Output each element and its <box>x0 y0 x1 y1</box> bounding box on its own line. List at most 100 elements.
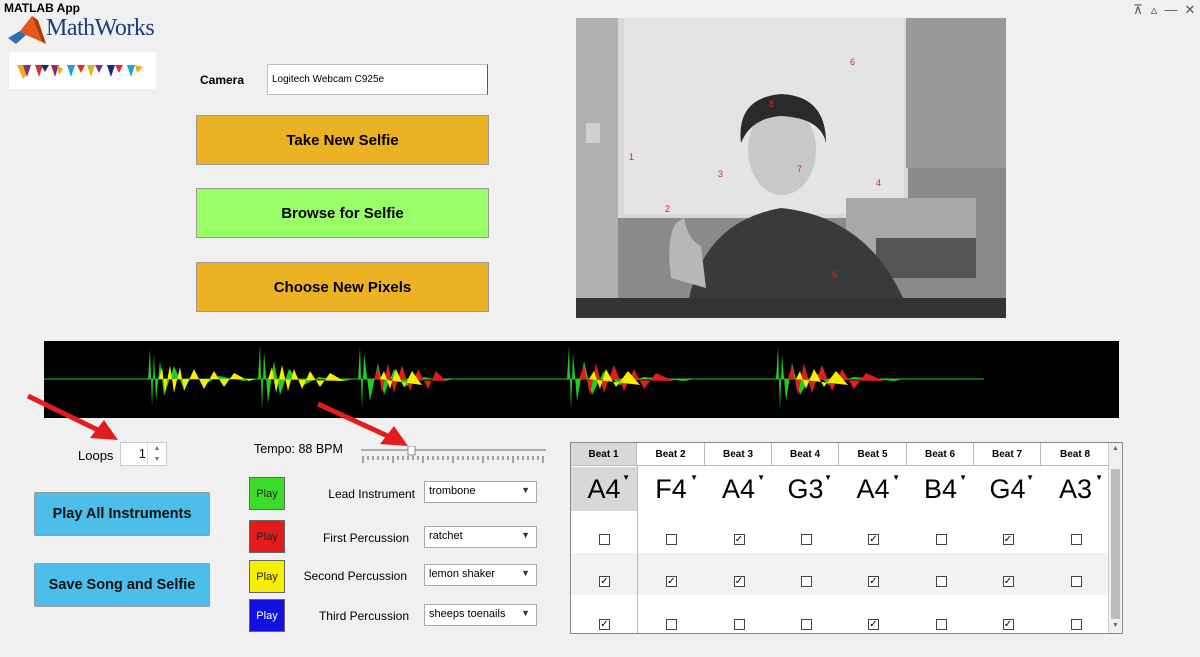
pin-icon[interactable]: ⊼ <box>1130 2 1146 18</box>
beat-checkbox[interactable] <box>935 619 947 630</box>
expand-icon[interactable]: ▵ <box>1146 2 1162 18</box>
beat-checkbox[interactable] <box>599 534 610 545</box>
beat-header: Beat 4 <box>772 443 839 466</box>
beat-note-dropdown[interactable]: A4 ▼ <box>571 467 637 511</box>
spinner-down-icon[interactable]: ▼ <box>147 454 166 465</box>
tempo-slider[interactable] <box>361 445 546 464</box>
choose-pixels-button[interactable]: Choose New Pixels <box>196 262 489 312</box>
beat-note-dropdown[interactable]: B4 ▼ <box>907 467 974 511</box>
scroll-down-icon[interactable]: ▼ <box>1112 622 1119 629</box>
beat-checkbox[interactable] <box>1070 534 1082 545</box>
beat-note-value: A4 <box>721 473 756 504</box>
camera-label: Camera <box>200 73 245 87</box>
grid-row <box>571 595 1111 633</box>
point-label: 1 <box>629 152 635 162</box>
waveform-plot <box>44 345 984 411</box>
red-arrow-icon <box>26 393 118 440</box>
beat-header: Beat 1 <box>571 443 637 466</box>
beat-note-dropdown[interactable]: A3 ▼ <box>1041 467 1110 511</box>
beat-checkbox[interactable]: ✓ <box>1002 619 1014 630</box>
beat-checkbox[interactable] <box>1070 576 1082 587</box>
brand-name: MathWorks <box>46 15 155 41</box>
point-label: 2 <box>665 204 671 214</box>
third-percussion-dropdown[interactable]: sheeps toenails ▼ <box>424 604 537 626</box>
diamond-pattern-icon <box>17 65 143 79</box>
point-label: 8 <box>769 99 775 109</box>
waveform-bursts <box>148 345 904 411</box>
chevron-down-icon: ▼ <box>1026 473 1034 482</box>
first-percussion-dropdown[interactable]: ratchet ▼ <box>424 526 537 548</box>
loops-value[interactable]: 1 <box>139 446 146 461</box>
beat-checkbox[interactable]: ✓ <box>868 619 879 630</box>
beat-note-dropdown[interactable]: F4 ▼ <box>637 467 705 511</box>
beat-checkbox[interactable] <box>935 534 947 545</box>
beat-checkbox[interactable] <box>935 576 947 587</box>
beat-header: Beat 3 <box>705 443 772 466</box>
lead-instrument-label: Lead Instrument <box>328 487 415 501</box>
beat-checkbox[interactable]: ✓ <box>599 619 610 630</box>
second-percussion-dropdown[interactable]: lemon shaker ▼ <box>424 564 537 586</box>
beat-checkbox[interactable] <box>1070 619 1082 630</box>
beat-checkbox[interactable]: ✓ <box>733 534 745 545</box>
beat-note-dropdown[interactable]: A4 ▼ <box>705 467 772 511</box>
camera-field[interactable]: Logitech Webcam C925e <box>267 64 488 95</box>
beat-header: Beat 2 <box>637 443 705 466</box>
loops-label: Loops <box>78 448 114 463</box>
point-label: 3 <box>718 169 724 179</box>
loops-spinner[interactable]: 1 ▲ ▼ <box>120 442 167 466</box>
beat-checkbox[interactable]: ✓ <box>868 576 879 587</box>
membrane-logo-icon <box>8 16 46 44</box>
scrollbar-thumb[interactable] <box>1111 469 1120 619</box>
beat-note-value: A3 <box>1058 473 1093 504</box>
beat-checkbox[interactable] <box>666 619 677 630</box>
scroll-up-icon[interactable]: ▲ <box>1112 445 1119 452</box>
beat-checkbox[interactable] <box>800 619 812 630</box>
beat-note-value: G3 <box>787 473 824 504</box>
second-percussion-label: Second Percussion <box>303 569 407 583</box>
beat-header: Beat 5 <box>839 443 907 466</box>
save-song-button[interactable]: Save Song and Selfie <box>34 563 210 607</box>
beat-checkbox[interactable]: ✓ <box>868 534 879 545</box>
take-selfie-button[interactable]: Take New Selfie <box>196 115 489 165</box>
chevron-down-icon: ▼ <box>959 473 967 482</box>
beat-note-value: A4 <box>856 473 890 504</box>
dropdown-value: trombone <box>429 485 476 497</box>
minimize-icon[interactable]: — <box>1163 2 1179 17</box>
beat-checkbox[interactable]: ✓ <box>1002 534 1014 545</box>
browse-selfie-button[interactable]: Browse for Selfie <box>196 188 489 238</box>
chevron-down-icon: ▼ <box>521 485 530 495</box>
tempo-slider-track[interactable] <box>361 445 546 464</box>
third-percussion-label: Third Percussion <box>318 609 409 623</box>
lead-instrument-dropdown[interactable]: trombone ▼ <box>424 481 537 503</box>
chevron-down-icon: ▼ <box>757 473 765 482</box>
beat-checkbox[interactable] <box>666 534 677 545</box>
chevron-down-icon: ▼ <box>690 473 698 482</box>
decorative-logo-strip <box>9 52 156 89</box>
beat-checkbox[interactable]: ✓ <box>599 576 610 587</box>
beat-checkbox[interactable] <box>733 619 745 630</box>
chevron-down-icon: ▼ <box>892 473 900 482</box>
grid-divider <box>637 466 638 633</box>
beat-note-value: G4 <box>989 473 1026 504</box>
close-icon[interactable]: ✕ <box>1182 2 1198 18</box>
window-title: MATLAB App <box>4 1 80 15</box>
beat-checkbox[interactable]: ✓ <box>666 576 677 587</box>
beat-checkbox[interactable] <box>800 576 812 587</box>
waveform-display <box>44 341 1119 418</box>
chevron-down-icon: ▼ <box>521 568 530 578</box>
beat-checkbox[interactable] <box>800 534 812 545</box>
beat-note-dropdown[interactable]: G4 ▼ <box>974 467 1041 511</box>
beat-grid[interactable]: Beat 1 A4 ▼ Beat 2 F4 ▼ Beat 3 A4 ▼ Beat 4 G3 ▼ Beat… <box>570 442 1123 634</box>
grid-row <box>571 511 1111 553</box>
beat-note-value: B4 <box>923 473 958 504</box>
dropdown-value: lemon shaker <box>429 568 496 580</box>
play-all-button[interactable]: Play All Instruments <box>34 492 210 536</box>
beat-note-dropdown[interactable]: A4 ▼ <box>839 467 907 511</box>
beat-checkbox[interactable]: ✓ <box>733 576 745 587</box>
spinner-up-icon[interactable]: ▲ <box>147 443 166 454</box>
dropdown-value: sheeps toenails <box>429 608 506 620</box>
vertical-scrollbar[interactable]: ▲ ▼ <box>1108 443 1122 633</box>
beat-note-value: A4 <box>587 473 621 504</box>
beat-note-dropdown[interactable]: G3 ▼ <box>772 467 839 511</box>
beat-checkbox[interactable]: ✓ <box>1002 576 1014 587</box>
